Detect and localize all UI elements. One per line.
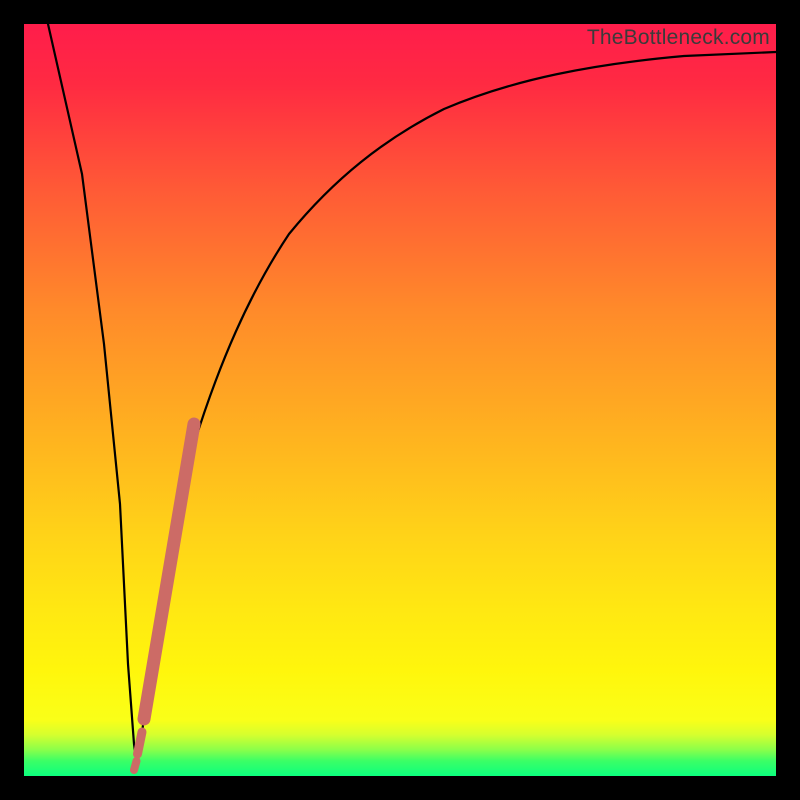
plot-area: TheBottleneck.com	[24, 24, 776, 776]
highlight-segment-main	[144, 424, 194, 719]
chart-frame: TheBottleneck.com	[0, 0, 800, 800]
highlight-segment-gap2	[134, 761, 137, 770]
highlight-segment-gap1	[138, 732, 143, 754]
bottleneck-curve	[24, 24, 776, 776]
